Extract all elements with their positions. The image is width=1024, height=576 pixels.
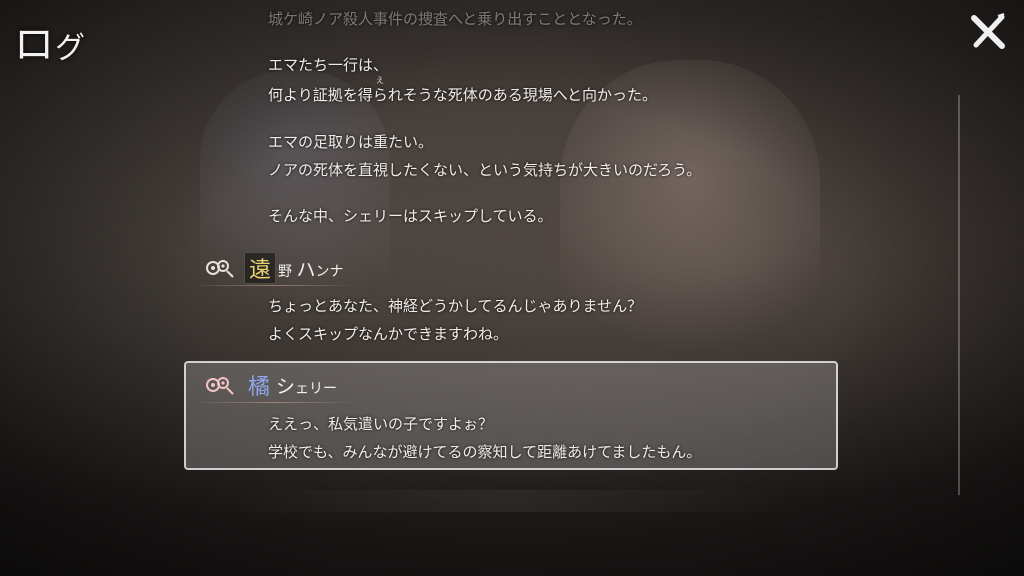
- speaker-name-part: ハ: [296, 258, 316, 281]
- dialogue-line: 学校でも、みんなが避けてるの察知して距離あけてましたもん。: [268, 443, 702, 461]
- narration-line-1: エマたち一行は、: [268, 56, 389, 74]
- speaker-name-sherry: シェリー: [276, 372, 337, 399]
- speaker-kanji-sherry: 橘: [247, 375, 270, 400]
- speaker-underline: [200, 285, 350, 286]
- speaker-underline: [200, 402, 350, 403]
- speaker-name-part: ンナ: [315, 263, 344, 280]
- narration-line-2: 何より証拠を得られそうな死体のある現場へと向かった。: [268, 86, 657, 104]
- dialogue-line: ちょっとあなた、神経どうかしてるんじゃありません？: [268, 297, 643, 315]
- speaker-name-hanna: 野 ハンナ: [278, 255, 343, 282]
- speaker-name-part: 野: [278, 263, 292, 280]
- speaker-tag-hanna: 遠 野 ハンナ: [200, 250, 350, 286]
- speaker-name-part: ェリー: [295, 380, 338, 397]
- dialogue-line: よくスキップなんかできますわね。: [268, 325, 509, 343]
- faded-next-entry: [230, 490, 790, 512]
- narration-line-5: そんな中、シェリーはスキップしている。: [268, 207, 553, 225]
- log-panel: 城ケ崎ノア殺人事件の捜査へと乗り出すこととなった。 エマたち一行は、 え 何より…: [0, 0, 1024, 576]
- speaker-kanji-hanna: 遠: [244, 252, 276, 284]
- log-line-faded-top: 城ケ崎ノア殺人事件の捜査へと乗り出すこととなった。: [268, 10, 642, 28]
- voice-replay-icon[interactable]: [200, 372, 240, 398]
- narration-line-3: エマの足取りは重たい。: [268, 133, 434, 151]
- narration-line-4: ノアの死体を直視したくない、という気持ちが大きいのだろう。: [268, 161, 702, 179]
- speaker-name-part: シ: [276, 375, 296, 398]
- speaker-tag-sherry: 橘 シェリー: [200, 367, 350, 403]
- dialogue-line: ええっ、私気遣いの子ですよぉ？: [268, 415, 494, 433]
- voice-replay-icon[interactable]: [200, 255, 240, 281]
